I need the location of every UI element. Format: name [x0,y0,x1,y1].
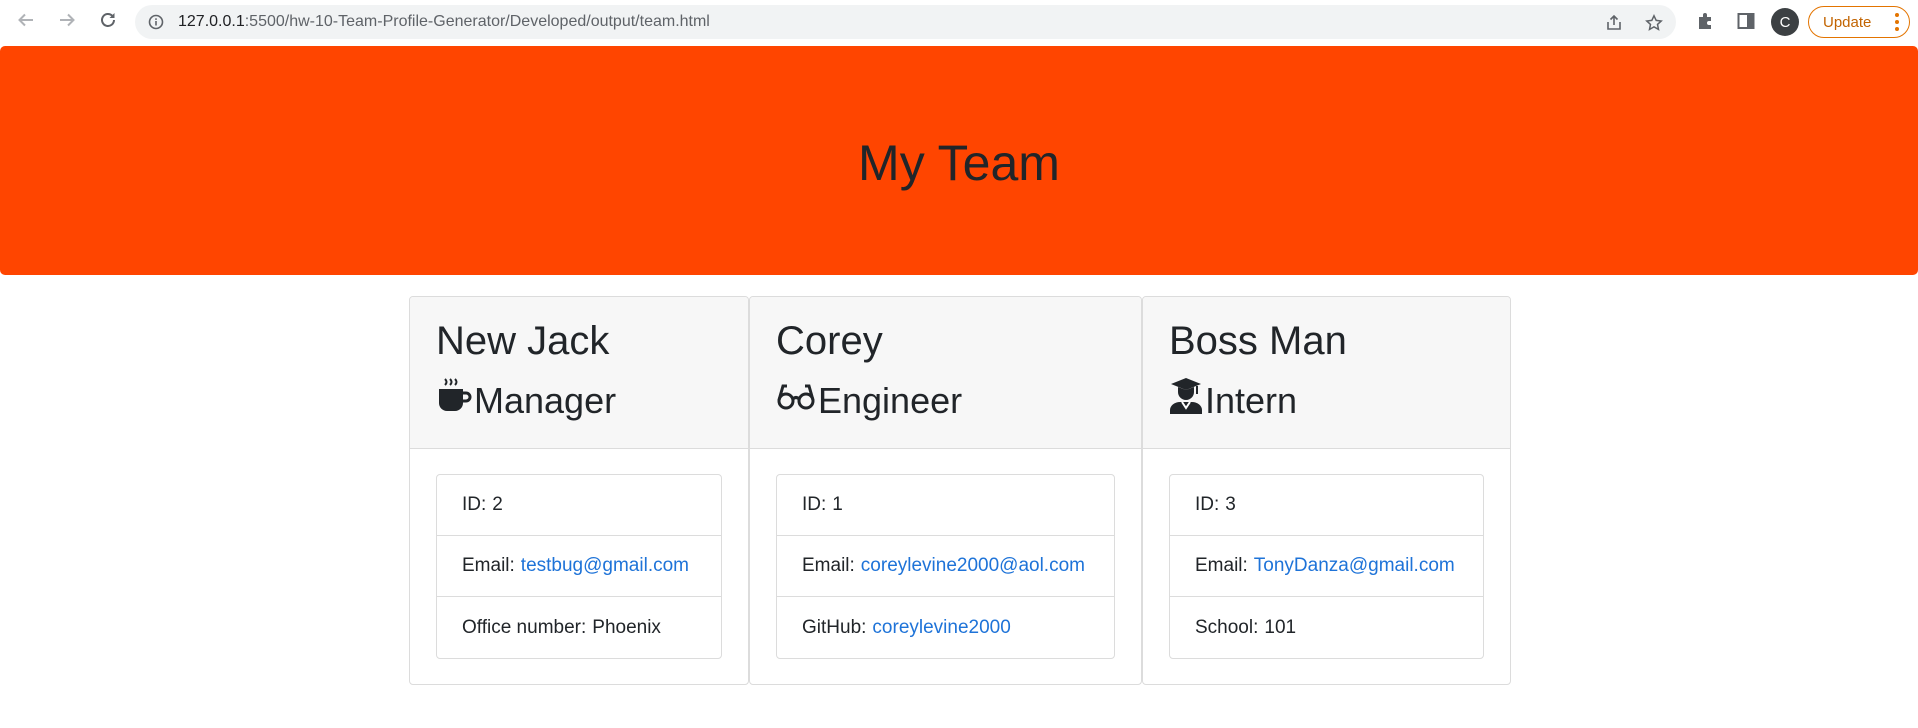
details-list: ID: 3 Email: TonyDanza@gmail.com School:… [1169,474,1484,659]
site-info-icon[interactable] [148,14,164,35]
school-label: School: [1195,616,1259,638]
list-item-office: Office number: Phoenix [437,597,721,658]
email-label: Email: [1195,555,1248,576]
address-bar[interactable]: 127.0.0.1:5500/hw-10-Team-Profile-Genera… [135,5,1676,39]
card-body: ID: 1 Email: coreylevine2000@aol.com Git… [750,449,1141,684]
office-value: Phoenix [592,616,661,638]
employee-card-engineer: Corey Engineer ID: 1 Email: coreylevine2… [749,296,1142,685]
employee-role: Manager [436,377,722,425]
url-text[interactable]: 127.0.0.1:5500/hw-10-Team-Profile-Genera… [178,13,710,31]
list-item-github: GitHub: coreylevine2000 [777,597,1114,658]
employee-name: Corey [776,319,883,363]
list-item-id: ID: 2 [437,475,721,536]
list-item-email: Email: TonyDanza@gmail.com [1170,536,1483,597]
card-header: Boss Man Intern [1143,297,1510,449]
card-header: Corey Engineer [750,297,1141,449]
id-label: ID: [462,494,487,515]
reload-button[interactable] [96,10,120,34]
glasses-icon [776,377,818,425]
school-value: 101 [1264,616,1297,638]
url-host: 127.0.0.1 [178,13,245,30]
share-icon[interactable] [1605,14,1623,37]
url-path: :5500/hw-10-Team-Profile-Generator/Devel… [244,13,710,30]
list-item-school: School: 101 [1170,597,1483,658]
mug-icon [436,377,474,425]
employee-role: Engineer [776,377,1115,425]
arrow-right-icon [58,11,76,34]
email-label: Email: [802,555,855,576]
browser-toolbar: 127.0.0.1:5500/hw-10-Team-Profile-Genera… [0,0,1918,45]
extensions-puzzle-icon[interactable] [1696,11,1716,36]
details-list: ID: 1 Email: coreylevine2000@aol.com Git… [776,474,1115,659]
list-item-id: ID: 1 [777,475,1114,536]
side-panel-icon[interactable] [1736,11,1756,36]
role-label: Intern [1205,380,1298,421]
card-header: New Jack Manager [410,297,748,449]
employee-name: Boss Man [1169,319,1347,363]
card-body: ID: 3 Email: TonyDanza@gmail.com School:… [1143,449,1510,684]
team-header: My Team [0,46,1918,275]
role-label: Manager [474,380,617,421]
employee-name: New Jack [436,319,610,363]
bookmark-star-icon[interactable] [1645,14,1663,37]
card-body: ID: 2 Email: testbug@gmail.com Office nu… [410,449,748,684]
page-title: My Team [858,134,1060,191]
forward-button[interactable] [55,10,79,34]
id-label: ID: [802,494,827,515]
id-value: 3 [1225,494,1236,515]
email-link[interactable]: TonyDanza@gmail.com [1254,555,1455,577]
github-label: GitHub: [802,616,867,638]
list-item-id: ID: 3 [1170,475,1483,536]
github-link[interactable]: coreylevine2000 [872,617,1010,639]
update-button[interactable]: Update [1808,6,1910,38]
role-label: Engineer [818,380,963,421]
reload-icon [99,11,117,34]
list-item-email: Email: coreylevine2000@aol.com [777,536,1114,597]
details-list: ID: 2 Email: testbug@gmail.com Office nu… [436,474,722,659]
id-value: 1 [832,494,843,515]
office-label: Office number: [462,616,587,638]
update-label: Update [1823,13,1872,31]
arrow-left-icon [17,11,35,34]
id-value: 2 [492,494,503,515]
employee-card-manager: New Jack Manager ID: 2 Email: testbug@gm… [409,296,749,685]
profile-avatar[interactable]: C [1771,8,1799,36]
email-link[interactable]: testbug@gmail.com [521,555,689,577]
list-item-email: Email: testbug@gmail.com [437,536,721,597]
profile-initial: C [1779,13,1791,31]
kebab-menu-icon[interactable] [1895,13,1899,31]
graduate-icon [1169,377,1205,425]
employee-role: Intern [1169,377,1484,425]
email-label: Email: [462,555,515,576]
email-link[interactable]: coreylevine2000@aol.com [861,555,1085,577]
employee-card-intern: Boss Man Intern ID: 3 Email: TonyDanza@g… [1142,296,1511,685]
id-label: ID: [1195,494,1220,515]
back-button[interactable] [14,10,38,34]
